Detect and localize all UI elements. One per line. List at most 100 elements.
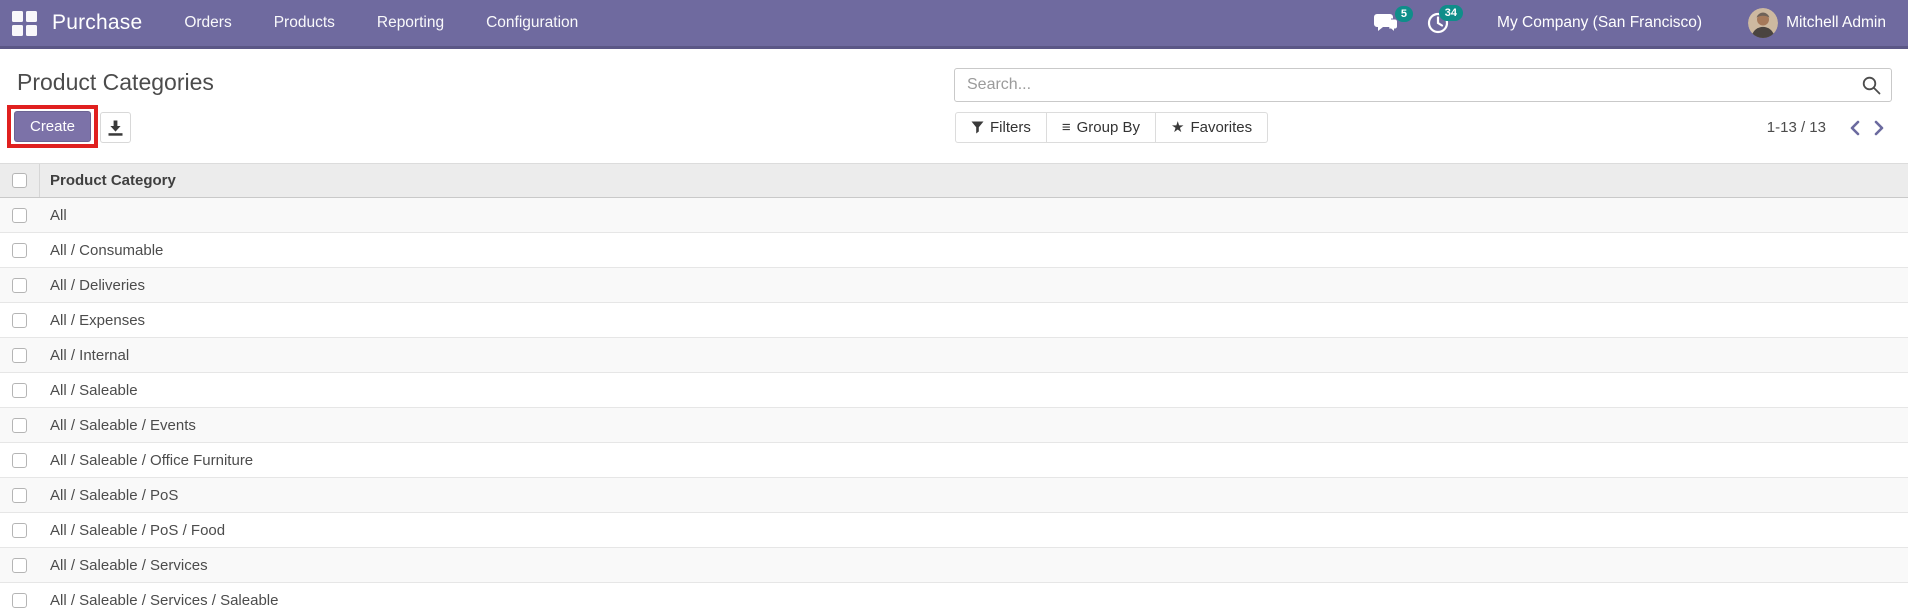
favorites-label: Favorites: [1190, 119, 1253, 136]
search-options: Filters ≡ Group By ★ Favorites: [955, 112, 1269, 143]
menu-item[interactable]: Reporting: [377, 14, 444, 32]
row-checkbox[interactable]: [12, 452, 27, 468]
filters-label: Filters: [990, 119, 1031, 136]
row-checkbox-cell: [0, 443, 40, 477]
category-name: All / Deliveries: [50, 276, 146, 294]
table-row[interactable]: All / Saleable: [0, 373, 1908, 408]
table-row[interactable]: All / Internal: [0, 338, 1908, 373]
row-checkbox-cell: [0, 583, 40, 616]
category-name: All / Internal: [50, 346, 130, 364]
table-row[interactable]: All / Expenses: [0, 303, 1908, 338]
download-icon: [108, 120, 123, 136]
row-checkbox[interactable]: [12, 592, 27, 608]
navbar-left: Purchase Orders Products Reporting Configur…: [12, 0, 578, 46]
category-name: All: [50, 206, 67, 224]
create-button-highlight: Create: [7, 105, 98, 148]
star-icon: ★: [1170, 119, 1185, 136]
filter-funnel-icon: [971, 121, 984, 134]
category-name: All / Saleable: [50, 381, 138, 399]
grid-square: [12, 24, 23, 36]
row-checkbox[interactable]: [12, 382, 27, 398]
activities-badge: 34: [1438, 5, 1464, 22]
row-checkbox-cell: [0, 408, 40, 442]
search-input[interactable]: [954, 68, 1892, 102]
select-all-checkbox[interactable]: [12, 173, 27, 188]
favorites-button[interactable]: ★ Favorites: [1154, 112, 1269, 143]
row-checkbox[interactable]: [12, 557, 27, 573]
row-checkbox[interactable]: [12, 312, 27, 328]
row-checkbox-cell: [0, 338, 40, 372]
menu-item[interactable]: Configuration: [486, 14, 578, 32]
messages-badge: 5: [1394, 5, 1414, 22]
company-switcher[interactable]: My Company (San Francisco): [1497, 14, 1702, 32]
select-all-cell: [0, 164, 40, 197]
menu-item[interactable]: Orders: [184, 14, 231, 32]
row-checkbox-cell: [0, 478, 40, 512]
activities-button[interactable]: 34: [1427, 5, 1464, 34]
table-row[interactable]: All / Saleable / Services / Saleable: [0, 583, 1908, 616]
control-panel: Product Categories Create Filters: [0, 52, 1908, 163]
table-row[interactable]: All / Saleable / PoS: [0, 478, 1908, 513]
table-row[interactable]: All / Saleable / Events: [0, 408, 1908, 443]
row-checkbox[interactable]: [12, 242, 27, 258]
group-by-label: Group By: [1076, 119, 1140, 136]
page-title: Product Categories: [17, 69, 214, 95]
column-header-product-category[interactable]: Product Category: [40, 172, 176, 189]
category-name: All / Saleable / Events: [50, 416, 196, 434]
category-name: All / Consumable: [50, 241, 164, 259]
group-by-button[interactable]: ≡ Group By: [1045, 112, 1156, 143]
avatar: [1748, 8, 1779, 38]
grid-square: [12, 10, 23, 22]
row-checkbox[interactable]: [12, 277, 27, 293]
app-brand[interactable]: Purchase: [52, 11, 142, 35]
table-row[interactable]: All / Deliveries: [0, 268, 1908, 303]
category-name: All / Saleable / PoS: [50, 486, 179, 504]
user-name: Mitchell Admin: [1786, 14, 1886, 31]
row-checkbox-cell: [0, 513, 40, 547]
table-row[interactable]: All / Saleable / Services: [0, 548, 1908, 583]
row-checkbox[interactable]: [12, 207, 27, 223]
row-checkbox[interactable]: [12, 522, 27, 538]
table-row[interactable]: All / Consumable: [0, 233, 1908, 268]
table-row[interactable]: All: [0, 198, 1908, 233]
search-icon[interactable]: [1862, 76, 1881, 95]
category-name: All / Saleable / Office Furniture: [50, 451, 254, 469]
table-header: Product Category: [0, 163, 1908, 198]
create-button[interactable]: Create: [14, 111, 91, 142]
row-checkbox[interactable]: [12, 487, 27, 503]
user-menu[interactable]: Mitchell Admin: [1748, 8, 1886, 38]
chevron-left-icon: [1850, 120, 1860, 135]
apps-menu-icon[interactable]: [12, 10, 37, 36]
row-checkbox-cell: [0, 373, 40, 407]
filters-button[interactable]: Filters: [955, 112, 1047, 143]
pager-previous-button[interactable]: [1842, 120, 1867, 136]
row-checkbox-cell: [0, 198, 40, 232]
row-checkbox-cell: [0, 303, 40, 337]
row-checkbox-cell: [0, 268, 40, 302]
category-name: All / Saleable / Services / Saleable: [50, 591, 279, 609]
chevron-right-icon: [1874, 120, 1884, 135]
row-checkbox[interactable]: [12, 347, 27, 363]
navbar-right: 5 34 My Company (San Francisco) Mitchell…: [1346, 5, 1886, 38]
table-row[interactable]: All / Saleable / Office Furniture: [0, 443, 1908, 478]
messages-button[interactable]: 5: [1374, 5, 1414, 34]
product-categories-list: Product Category All All / Consumable Al…: [0, 163, 1908, 616]
menu-item[interactable]: Products: [274, 14, 335, 32]
row-checkbox[interactable]: [12, 417, 27, 433]
grid-square: [26, 24, 37, 36]
grid-square: [26, 10, 37, 22]
export-button[interactable]: [100, 112, 131, 143]
table-body: All All / Consumable All / Deliveries Al…: [0, 198, 1908, 616]
category-name: All / Saleable / PoS / Food: [50, 521, 226, 539]
row-checkbox-cell: [0, 548, 40, 582]
category-name: All / Expenses: [50, 311, 146, 329]
row-checkbox-cell: [0, 233, 40, 267]
table-row[interactable]: All / Saleable / PoS / Food: [0, 513, 1908, 548]
top-navbar: Purchase Orders Products Reporting Configur…: [0, 0, 1908, 49]
pager-next-button[interactable]: [1867, 120, 1892, 136]
search-bar: [954, 68, 1892, 102]
group-by-icon: ≡: [1061, 119, 1071, 136]
category-name: All / Saleable / Services: [50, 556, 208, 574]
pager-range: 1-13 / 13: [1766, 119, 1826, 136]
pager: 1-13 / 13: [1767, 112, 1892, 143]
